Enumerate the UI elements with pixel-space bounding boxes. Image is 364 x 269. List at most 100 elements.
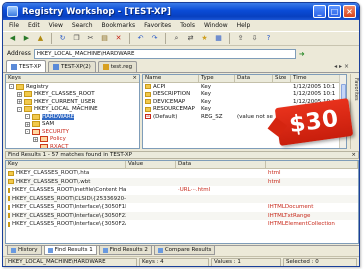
- menu-help[interactable]: Help: [237, 22, 251, 29]
- status-bar: HKEY_LOCAL_MACHINE\HARDWARE Keys : 4 Val…: [3, 256, 359, 266]
- close-pane-icon[interactable]: ×: [132, 75, 137, 82]
- tree-item[interactable]: - HKEY_LOCAL_MACHINE: [6, 106, 139, 114]
- expander-icon[interactable]: -: [17, 106, 22, 112]
- tab-find-results-2[interactable]: Find Results 2: [98, 246, 152, 255]
- result-row[interactable]: HKEY_CLASSES_ROOT\CLSID\{25336920-03F9..…: [6, 194, 358, 203]
- import-icon[interactable]: ⇩: [249, 33, 260, 44]
- close-button[interactable]: ×: [343, 5, 356, 18]
- tree-item[interactable]: RXACT: [6, 143, 139, 148]
- tree-item[interactable]: + Policy: [6, 136, 139, 144]
- cut-icon[interactable]: ✂: [85, 33, 96, 44]
- column-extra[interactable]: [266, 161, 358, 168]
- help-icon[interactable]: ?: [263, 33, 274, 44]
- menu-view[interactable]: View: [49, 22, 63, 29]
- column-key[interactable]: Key: [6, 161, 126, 168]
- tab-find-results-1[interactable]: Find Results 1: [43, 246, 97, 255]
- redo-icon[interactable]: ↷: [149, 33, 160, 44]
- column-data[interactable]: Data: [176, 161, 266, 168]
- menu-tools[interactable]: Tools: [180, 22, 195, 29]
- up-icon[interactable]: ▲: [35, 33, 46, 44]
- tab-test-xp-2[interactable]: TEST-XP(2): [47, 61, 96, 72]
- undo-icon[interactable]: ↶: [135, 33, 146, 44]
- find-icon[interactable]: ⌕: [171, 33, 182, 44]
- menu-file[interactable]: File: [9, 22, 19, 29]
- expander-icon[interactable]: +: [17, 99, 22, 105]
- menu-window[interactable]: Window: [204, 22, 228, 29]
- result-row[interactable]: HKEY_CLASSES_ROOT\inetfile\Content Handl…: [6, 186, 358, 195]
- column-data[interactable]: Data: [235, 75, 273, 82]
- expander-icon[interactable]: +: [33, 136, 38, 142]
- expander-icon[interactable]: -: [25, 114, 30, 120]
- column-time[interactable]: Time: [291, 75, 341, 82]
- paste-icon[interactable]: ▤: [99, 33, 110, 44]
- address-label: Address: [7, 50, 31, 57]
- forward-icon[interactable]: ▶: [21, 33, 32, 44]
- list-item[interactable]: DESCRIPTION Key 1/12/2005 10:1: [143, 91, 346, 99]
- tab-history[interactable]: History: [7, 246, 42, 255]
- address-input[interactable]: HKEY_LOCAL_MACHINE\HARDWARE: [33, 48, 296, 59]
- expander-icon[interactable]: -: [25, 129, 30, 135]
- tree-item-label: HKEY_LOCAL_MACHINE: [34, 106, 98, 113]
- result-row[interactable]: HKEY_CLASSES_ROOT\Interface\{3050F1D8-98…: [6, 203, 358, 212]
- tree-item[interactable]: + HKEY_CURRENT_USER: [6, 98, 139, 106]
- menu-edit[interactable]: Edit: [28, 22, 40, 29]
- cell-name: DESCRIPTION: [143, 91, 199, 97]
- replace-icon[interactable]: ⇄: [185, 33, 196, 44]
- tree-item[interactable]: + SAM: [6, 121, 139, 129]
- menu-favorites[interactable]: Favorites: [144, 22, 171, 29]
- folder-icon: [24, 106, 32, 113]
- result-key-text: HKEY_CLASSES_ROOT\.wbt: [16, 178, 91, 185]
- tab-nav-controls[interactable]: ◂ ▸ ×: [334, 63, 349, 70]
- cell-data: (value not set): [237, 113, 273, 120]
- maximize-button[interactable]: □: [328, 5, 341, 18]
- column-type[interactable]: Type: [199, 75, 235, 82]
- title-bar[interactable]: Registry Workshop - [TEST-XP] _ □ ×: [3, 3, 359, 20]
- folder-icon: [32, 128, 40, 135]
- result-key: HKEY_CLASSES_ROOT\inetfile\Content Handl…: [6, 187, 126, 193]
- column-value[interactable]: Value: [126, 161, 176, 168]
- back-icon[interactable]: ◀: [7, 33, 18, 44]
- bookmark-icon[interactable]: ★: [199, 33, 210, 44]
- result-row[interactable]: HKEY_CLASSES_ROOT\.hta html: [6, 169, 358, 178]
- find-icon: [47, 247, 53, 253]
- expander-icon[interactable]: +: [17, 91, 22, 97]
- column-size[interactable]: Size: [273, 75, 291, 82]
- close-results-icon[interactable]: ×: [351, 152, 356, 158]
- result-row[interactable]: HKEY_CLASSES_ROOT\.wbt html: [6, 177, 358, 186]
- go-arrow-icon[interactable]: ➜: [299, 50, 305, 58]
- favorites-side-panel[interactable]: Favorites: [350, 74, 359, 149]
- cell-type: Key: [201, 91, 211, 98]
- result-extra: html: [268, 170, 281, 177]
- find-results-pane: Key Value Data HKEY_CLASSES_ROOT\.hta htm…: [5, 160, 359, 244]
- registry-icon[interactable]: ▦: [213, 33, 224, 44]
- tree-item[interactable]: - Registry: [6, 83, 139, 91]
- tab-test-xp[interactable]: TEST-XP: [6, 60, 46, 72]
- cell-time: 1/12/2005 10:1: [293, 83, 336, 90]
- menu-search[interactable]: Search: [72, 22, 93, 29]
- tab-compare-results[interactable]: Compare Results: [153, 246, 216, 255]
- folder-icon: [24, 91, 32, 98]
- expander-icon[interactable]: +: [25, 121, 30, 127]
- menu-bookmarks[interactable]: Bookmarks: [102, 22, 136, 29]
- result-extra: IHTMLElementCollection: [268, 221, 335, 228]
- folder-icon: [24, 98, 32, 105]
- list-item[interactable]: ACPI Key 1/12/2005 10:1: [143, 83, 346, 91]
- result-row[interactable]: HKEY_CLASSES_ROOT\Interface\{3050F2A1-98…: [6, 220, 358, 229]
- export-icon[interactable]: ⇪: [235, 33, 246, 44]
- bottom-tabs: History Find Results 1 Find Results 2 Co…: [5, 245, 359, 255]
- minimize-button[interactable]: _: [313, 5, 326, 18]
- column-name[interactable]: Name: [143, 75, 199, 82]
- copy-icon[interactable]: ❐: [71, 33, 82, 44]
- result-row[interactable]: HKEY_CLASSES_ROOT\Interface\{3050F22B-98…: [6, 211, 358, 220]
- expander-icon[interactable]: -: [9, 84, 14, 90]
- tree-item[interactable]: + HKEY_CLASSES_ROOT: [6, 91, 139, 99]
- string-value-icon: ab: [145, 114, 151, 120]
- result-key: HKEY_CLASSES_ROOT\.wbt: [6, 179, 126, 185]
- tab-label: History: [18, 247, 38, 253]
- tree-item[interactable]: - SECURITY: [6, 128, 139, 136]
- tree-item[interactable]: - HARDWARE: [6, 113, 139, 121]
- refresh-icon[interactable]: ↻: [57, 33, 68, 44]
- delete-icon[interactable]: ✕: [113, 33, 124, 44]
- tab-test-reg[interactable]: test.reg: [97, 61, 138, 72]
- cell-name-text: DEVICEMAP: [153, 98, 186, 105]
